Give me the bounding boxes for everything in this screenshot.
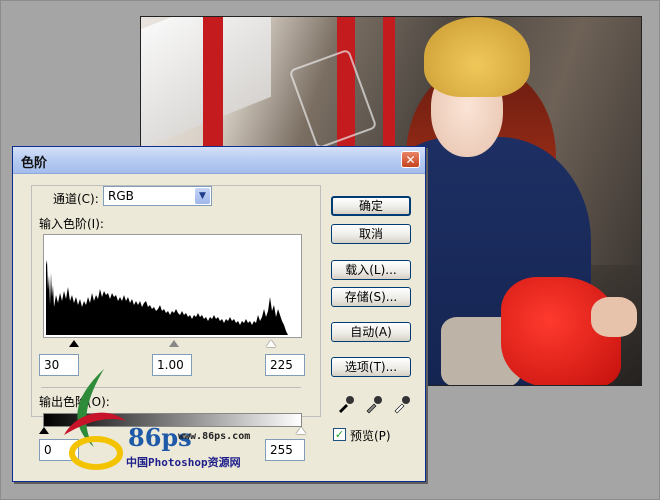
close-button[interactable]: ✕ (401, 151, 420, 168)
histogram-graph (46, 260, 288, 335)
options-button[interactable]: 选项(T)... (331, 357, 411, 377)
watermark-site-name: 中国Photoshop资源网 (126, 456, 241, 469)
dialog-titlebar[interactable]: 色阶 ✕ (13, 147, 425, 174)
load-button[interactable]: 载入(L)... (331, 260, 411, 280)
input-levels-label: 输入色阶(I): (39, 217, 104, 231)
chevron-down-icon[interactable]: ▼ (195, 188, 210, 204)
output-black-value: 0 (44, 443, 52, 457)
gamma-handle[interactable] (169, 340, 179, 347)
site-watermark: 86ps www.86ps.com 中国Photoshop资源网 (56, 365, 286, 475)
channel-select[interactable]: RGB ▼ (103, 186, 212, 206)
photo-red-pole (383, 17, 395, 157)
eyedropper-group (335, 394, 415, 414)
save-button[interactable]: 存储(S)... (331, 287, 411, 307)
white-point-handle[interactable] (266, 340, 276, 347)
preview-label: 预览(P) (350, 429, 391, 443)
white-eyedropper-icon[interactable] (391, 394, 413, 414)
output-black-handle[interactable] (39, 427, 49, 434)
photo-glass-panel (288, 48, 378, 150)
gray-eyedropper-icon[interactable] (363, 394, 385, 414)
cancel-button[interactable]: 取消 (331, 224, 411, 244)
channel-select-value: RGB (108, 189, 134, 203)
preview-checkbox[interactable]: ✓ (333, 428, 346, 441)
watermark-url: www.86ps.com (178, 431, 251, 442)
output-white-handle[interactable] (296, 427, 306, 434)
dialog-title: 色阶 (21, 156, 48, 171)
ok-button[interactable]: 确定 (331, 196, 411, 216)
histogram (43, 234, 302, 338)
channel-label: 通道(C): (53, 192, 99, 206)
input-levels-slider[interactable] (43, 340, 302, 350)
black-eyedropper-icon[interactable] (335, 394, 357, 414)
close-icon: ✕ (405, 153, 416, 167)
photo-hat (424, 17, 530, 97)
photo-hand (591, 297, 637, 337)
black-point-handle[interactable] (69, 340, 79, 347)
auto-button[interactable]: 自动(A) (331, 322, 411, 342)
